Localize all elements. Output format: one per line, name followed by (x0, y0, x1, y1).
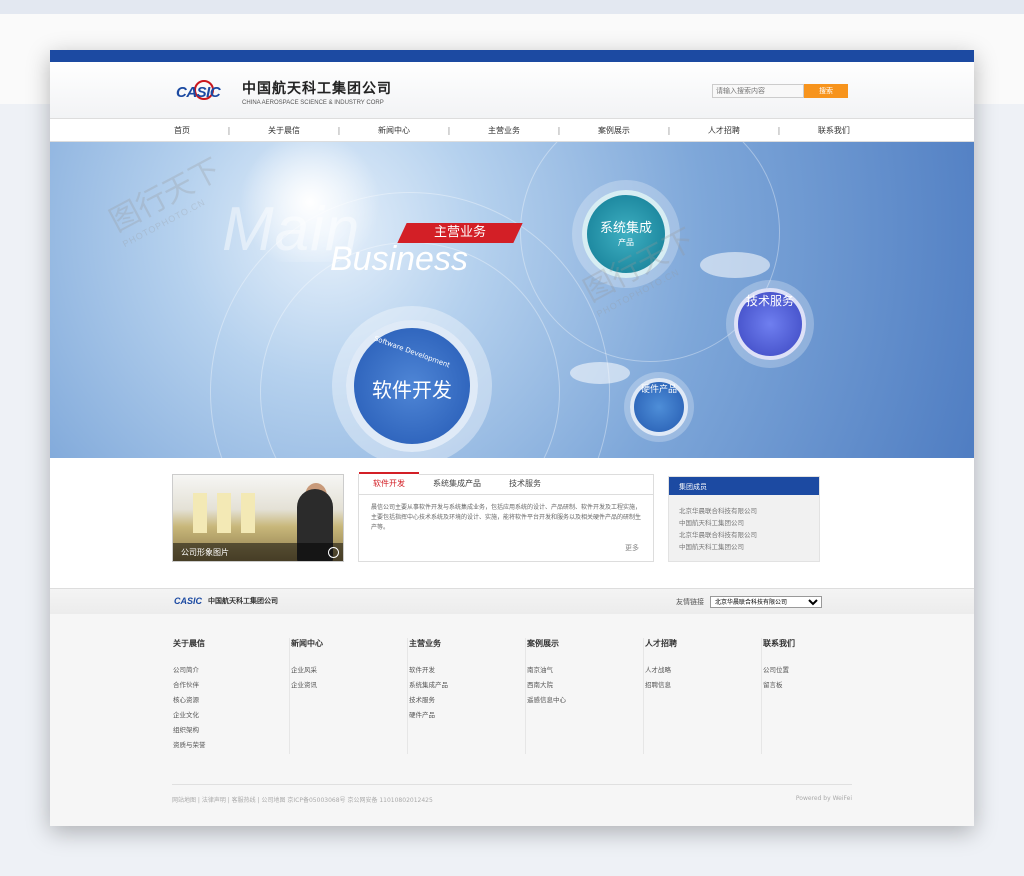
footer-link[interactable]: 硬件产品 (409, 708, 525, 723)
footer-link[interactable]: 公司位置 (763, 663, 880, 678)
footer-col-jobs: 人才招聘 人才战略 招聘信息 (644, 638, 762, 754)
footer-col-news: 新闻中心 企业风采 企业资讯 (290, 638, 408, 754)
footer-link[interactable]: 软件开发 (409, 663, 525, 678)
friend-links: 友情链接 北京华晨联合科技有限公司 (676, 596, 822, 608)
banner-business-text: Business (330, 240, 468, 278)
group-members-box: 集团成员 北京华晨联合科技有限公司 中国航天科工集团公司 北京华晨联合科技有限公… (668, 476, 820, 562)
nav-item-about[interactable]: 关于晨信 (268, 125, 300, 136)
background-band (0, 0, 1024, 14)
nav-item-cases[interactable]: 案例展示 (598, 125, 630, 136)
copyright-text: 网站地图 | 法律声明 | 客服热线 | 公司地图 京ICP备05003068号… (172, 797, 433, 804)
footer-link[interactable]: 留言板 (763, 678, 880, 693)
tab-system[interactable]: 系统集成产品 (419, 478, 495, 494)
footer-link[interactable]: 资质与荣誉 (173, 738, 289, 753)
nav-item-home[interactable]: 首页 (174, 125, 190, 136)
business-tab-box: 软件开发 系统集成产品 技术服务 晨信公司主要从事软件开发与系统集成业务，包括应… (358, 472, 654, 562)
casic-logo-icon: CASIC (176, 79, 234, 105)
search-bar: 搜索 (712, 84, 848, 98)
system-integration-circle[interactable]: 系统集成 产品 (582, 190, 670, 278)
software-dev-circle[interactable]: Software Development 软件开发 (346, 320, 478, 452)
footer-link[interactable]: 系统集成产品 (409, 678, 525, 693)
group-title: 集团成员 (669, 477, 819, 495)
footer-link[interactable]: 组织架构 (173, 723, 289, 738)
main-nav: 首页 | 关于晨信 | 新闻中心 | 主营业务 | 案例展示 | 人才招聘 | 联系我们 (50, 118, 974, 142)
footer-logo: CASIC 中国航天科工集团公司 (174, 596, 279, 606)
footer-link[interactable]: 合作伙伴 (173, 678, 289, 693)
footer-col-business: 主营业务 软件开发 系统集成产品 技术服务 硬件产品 (408, 638, 526, 754)
footer-link[interactable]: 公司简介 (173, 663, 289, 678)
footer-link[interactable]: 人才战略 (645, 663, 761, 678)
footer-col-contact: 联系我们 公司位置 留言板 (762, 638, 880, 754)
top-blue-bar (50, 50, 974, 62)
play-icon[interactable] (328, 547, 339, 558)
company-photo[interactable]: 公司形象图片 (172, 474, 344, 562)
hero-banner: Main 主营业务 Business Software Development … (50, 142, 974, 458)
footer-link[interactable]: 遥感信息中心 (527, 693, 643, 708)
nav-item-business[interactable]: 主营业务 (488, 125, 520, 136)
footer-link[interactable]: 企业资讯 (291, 678, 407, 693)
nav-item-news[interactable]: 新闻中心 (378, 125, 410, 136)
footer-link[interactable]: 西南大院 (527, 678, 643, 693)
footer-link[interactable]: 招聘信息 (645, 678, 761, 693)
tab-tech[interactable]: 技术服务 (495, 478, 555, 494)
site-header: CASIC 中国航天科工集团公司 CHINA AEROSPACE SCIENCE… (50, 62, 974, 118)
footer-link[interactable]: 企业文化 (173, 708, 289, 723)
footer-link[interactable]: 南京油气 (527, 663, 643, 678)
group-item[interactable]: 北京华晨联合科技有限公司 (679, 529, 819, 541)
web-page-mockup: CASIC 中国航天科工集团公司 CHINA AEROSPACE SCIENCE… (50, 50, 974, 826)
nav-item-contact[interactable]: 联系我们 (818, 125, 850, 136)
footer-col-cases: 案例展示 南京油气 西南大院 遥感信息中心 (526, 638, 644, 754)
group-item[interactable]: 中国航天科工集团公司 (679, 517, 819, 529)
footer-col-about: 关于晨信 公司简介 合作伙伴 核心资源 企业文化 组织架构 资质与荣誉 (172, 638, 290, 754)
site-logo[interactable]: CASIC 中国航天科工集团公司 CHINA AEROSPACE SCIENCE… (176, 78, 392, 106)
footer-link[interactable]: 技术服务 (409, 693, 525, 708)
photo-caption: 公司形象图片 (173, 543, 343, 561)
friend-links-select[interactable]: 北京华晨联合科技有限公司 (710, 596, 822, 608)
footer-link[interactable]: 企业风采 (291, 663, 407, 678)
company-name-en: CHINA AEROSPACE SCIENCE & INDUSTRY CORP (242, 100, 384, 106)
search-button[interactable]: 搜索 (804, 84, 848, 98)
company-name-cn: 中国航天科工集团公司 (242, 81, 392, 97)
site-footer: 关于晨信 公司简介 合作伙伴 核心资源 企业文化 组织架构 资质与荣誉 新闻中心… (50, 614, 974, 826)
tab-content-text: 晨信公司主要从事软件开发与系统集成业务，包括应用系统的设计、产品研制、软件开发及… (371, 504, 642, 531)
hardware-circle[interactable]: 硬件产品 (630, 378, 688, 436)
tab-software[interactable]: 软件开发 (359, 472, 419, 494)
tech-service-circle[interactable]: 技术服务 (734, 288, 806, 360)
content-area: 公司形象图片 软件开发 系统集成产品 技术服务 晨信公司主要从事软件开发与系统集… (50, 458, 974, 588)
copyright-line: 网站地图 | 法律声明 | 客服热线 | 公司地图 京ICP备05003068号… (172, 784, 852, 804)
nav-item-jobs[interactable]: 人才招聘 (708, 125, 740, 136)
footer-link[interactable]: 核心资源 (173, 693, 289, 708)
search-input[interactable] (712, 84, 804, 98)
group-item[interactable]: 中国航天科工集团公司 (679, 541, 819, 553)
group-item[interactable]: 北京华晨联合科技有限公司 (679, 505, 819, 517)
powered-by: Powered by WeiFei (795, 795, 852, 802)
friend-links-label: 友情链接 (676, 598, 704, 606)
more-link[interactable]: 更多 (625, 543, 639, 553)
footer-top-bar: CASIC 中国航天科工集团公司 友情链接 北京华晨联合科技有限公司 (50, 588, 974, 614)
